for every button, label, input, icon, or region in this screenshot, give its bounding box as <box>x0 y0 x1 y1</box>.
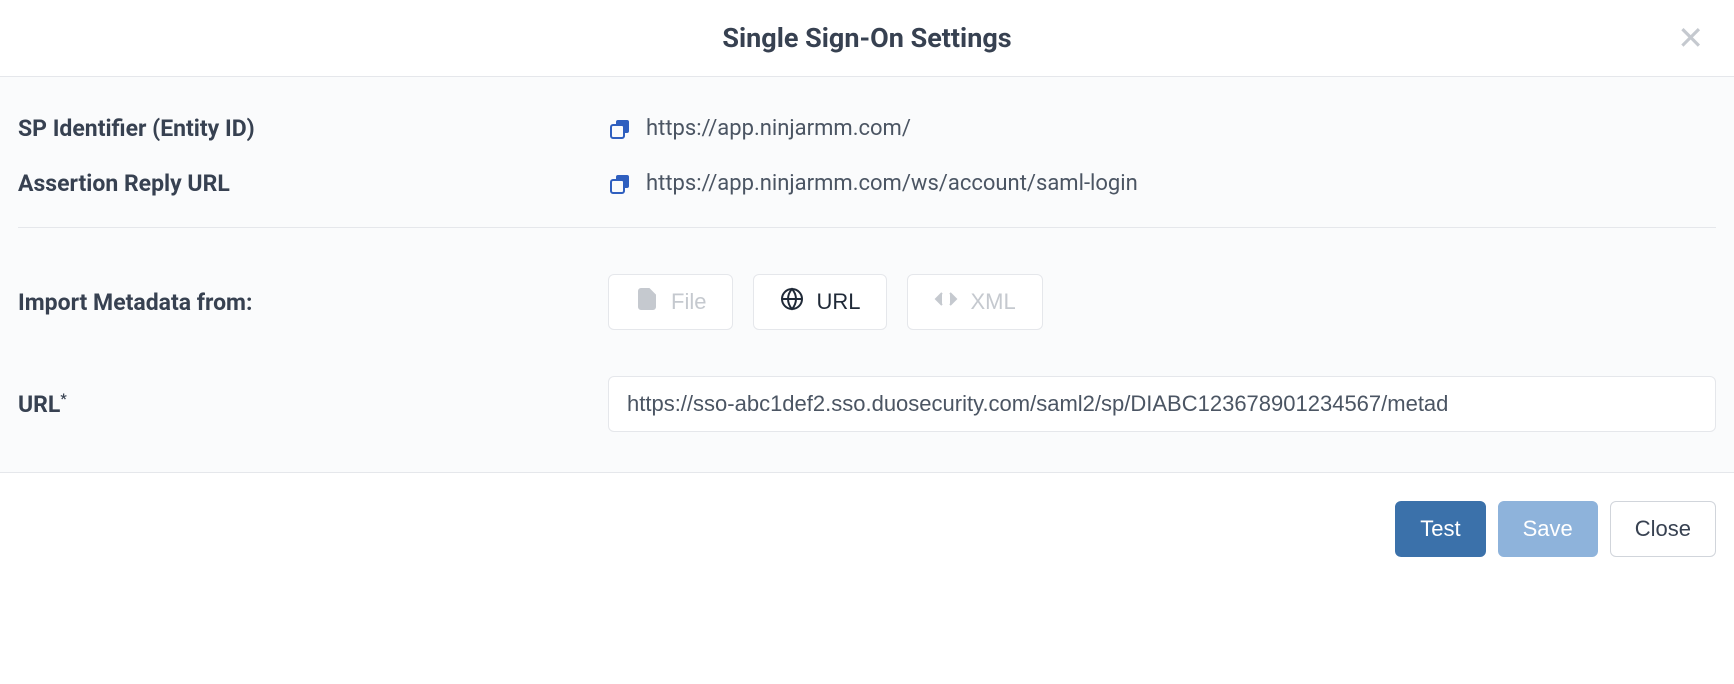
close-button[interactable]: Close <box>1610 501 1716 557</box>
metadata-url-button[interactable]: URL <box>753 274 887 330</box>
globe-icon <box>780 287 804 317</box>
save-button[interactable]: Save <box>1498 501 1598 557</box>
modal-title: Single Sign-On Settings <box>24 22 1710 54</box>
import-metadata-row: Import Metadata from: File <box>18 274 1716 330</box>
url-input[interactable] <box>608 376 1716 432</box>
sp-identifier-label: SP Identifier (Entity ID) <box>18 115 608 142</box>
import-metadata-label: Import Metadata from: <box>18 289 608 316</box>
assertion-reply-value-wrap: https://app.ninjarmm.com/ws/account/saml… <box>608 171 1716 196</box>
url-field-label: URL* <box>18 391 608 418</box>
copy-icon[interactable] <box>608 117 632 141</box>
metadata-xml-button[interactable]: XML <box>907 274 1042 330</box>
assertion-reply-row: Assertion Reply URL https://app.ninjarmm… <box>18 170 1716 197</box>
code-icon <box>934 287 958 317</box>
metadata-file-label: File <box>671 289 706 315</box>
modal-footer: Test Save Close <box>0 473 1734 585</box>
modal-body: SP Identifier (Entity ID) https://app.ni… <box>0 77 1734 473</box>
metadata-xml-label: XML <box>970 289 1015 315</box>
sp-identifier-value-wrap: https://app.ninjarmm.com/ <box>608 116 1716 141</box>
sp-identifier-value: https://app.ninjarmm.com/ <box>646 116 911 141</box>
file-icon <box>635 287 659 317</box>
divider <box>18 227 1716 228</box>
copy-icon[interactable] <box>608 172 632 196</box>
assertion-reply-value: https://app.ninjarmm.com/ws/account/saml… <box>646 171 1138 196</box>
metadata-url-label: URL <box>816 289 860 315</box>
modal-header: Single Sign-On Settings ✕ <box>0 0 1734 77</box>
metadata-source-group: File URL XM <box>608 274 1043 330</box>
assertion-reply-label: Assertion Reply URL <box>18 170 608 197</box>
close-icon: ✕ <box>1677 20 1704 56</box>
url-field-row: URL* <box>18 376 1716 432</box>
test-button[interactable]: Test <box>1395 501 1485 557</box>
metadata-file-button[interactable]: File <box>608 274 733 330</box>
sp-identifier-row: SP Identifier (Entity ID) https://app.ni… <box>18 115 1716 142</box>
close-icon-button[interactable]: ✕ <box>1671 22 1710 54</box>
